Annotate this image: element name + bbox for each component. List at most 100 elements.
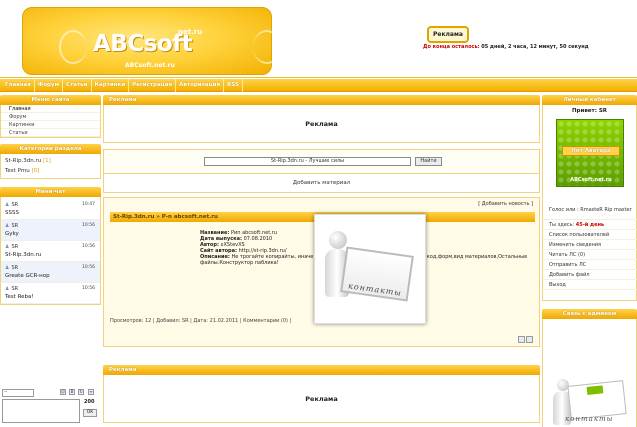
comment-icon[interactable] xyxy=(526,336,533,343)
nav-item-register[interactable]: Регистрация xyxy=(129,78,177,92)
nav-item-home[interactable]: Главная xyxy=(2,78,35,92)
profile-block: Личный кабинет Привет: SR Нет Аватара AB… xyxy=(542,95,637,301)
avatar[interactable]: Нет Аватара ABCsoft.net.ru xyxy=(556,119,624,187)
chat-message: ♟ SR 10:56 Greate GCR-нop xyxy=(1,262,100,283)
news-actions xyxy=(517,336,533,345)
top-ad-body[interactable]: Реклама xyxy=(103,105,540,143)
avatar-site: ABCsoft.net.ru xyxy=(570,177,612,183)
contact-admin-body[interactable]: контакты xyxy=(542,319,637,427)
category-name: St-Rip.3dn.ru xyxy=(5,158,42,164)
nav-item-forum[interactable]: Форум xyxy=(35,78,64,92)
chat-user[interactable]: ♟ SR xyxy=(5,286,18,292)
nav-item-rss[interactable]: RSS xyxy=(224,78,243,92)
chat-time: 10:56 xyxy=(82,265,95,270)
user-icon: ♟ xyxy=(5,286,10,292)
add-news-link[interactable]: [ Добавить новость ] xyxy=(478,201,533,207)
profile-link-logout[interactable]: Выход xyxy=(543,280,637,290)
chat-message-input[interactable] xyxy=(2,399,80,423)
categories-block: Категории раздела St-Rip.3dn.ru [1] Test… xyxy=(0,144,101,179)
chat-archive-icon[interactable]: ≡ xyxy=(88,389,94,395)
profile-link-edit[interactable]: Изменить сведения xyxy=(543,240,637,250)
chat-char-count: 200 xyxy=(84,399,95,405)
chat-time: 10:56 xyxy=(82,286,95,291)
chat-user[interactable]: ♟ SR xyxy=(5,202,18,208)
profile-title: Личный кабинет xyxy=(542,95,637,105)
profile-days: Ты здесь: 45-й день xyxy=(543,220,637,230)
profile-status: Голос или : RmasteR Rip master xyxy=(543,206,637,220)
site-header: net.ru ABCsoft ABCsoft.net.ru Реклама До… xyxy=(0,0,637,78)
chat-user-name: SR xyxy=(11,265,19,271)
add-material-link[interactable]: Добавить материал xyxy=(103,174,540,193)
site-menu-title: Меню сайта xyxy=(0,95,101,105)
profile-days-label: Ты здесь: xyxy=(549,222,575,228)
profile-link-read-pm[interactable]: Читать ЛС (0) xyxy=(543,250,637,260)
chat-time: 10:47 xyxy=(82,202,95,207)
menu-item-articles[interactable]: Статьи xyxy=(1,129,100,137)
chat-message: ♟ SR 10:56 St-Rip.3dn.ru xyxy=(1,241,100,262)
chat-user[interactable]: ♟ SR xyxy=(5,244,18,250)
site-logo[interactable]: net.ru ABCsoft ABCsoft.net.ru xyxy=(22,7,281,75)
chat-text: Test Reba! xyxy=(5,294,34,300)
menu-item-home[interactable]: Главная xyxy=(1,105,100,113)
categories-title: Категории раздела xyxy=(0,144,101,154)
contact-card-icon xyxy=(567,380,627,420)
top-ad-block: Реклама Реклама xyxy=(103,95,540,143)
profile-days-value: 45-й день xyxy=(575,222,605,228)
chat-time: 10:56 xyxy=(82,223,95,228)
news-field-value: 07.08.2010 xyxy=(243,236,273,242)
category-item[interactable]: St-Rip.3dn.ru [1] xyxy=(1,156,100,166)
header-ad-badge[interactable]: Реклама xyxy=(427,26,469,43)
profile-body: Привет: SR Нет Аватара ABCsoft.net.ru Го… xyxy=(542,105,637,301)
category-item[interactable]: Test Pmu [0] xyxy=(1,166,100,176)
bottom-ad-body[interactable]: Реклама xyxy=(103,375,540,423)
user-icon: ♟ xyxy=(5,223,10,229)
chat-message: ♟ SR 10:56 Gyky xyxy=(1,220,100,241)
countdown-label: До конца осталось: xyxy=(423,44,480,50)
profile-link-add-file[interactable]: Добавить файл xyxy=(543,270,637,280)
search-block: St-Rip.3dn.ru - Лучшие силы Найти xyxy=(103,149,540,174)
profile-links: Голос или : RmasteR Rip master Ты здесь:… xyxy=(543,206,637,290)
profile-link-send-pm[interactable]: Отправить ЛС xyxy=(543,260,637,270)
chat-user-name: SR xyxy=(11,286,19,292)
user-icon: ♟ xyxy=(5,202,10,208)
mini-chat-block: Мини-чат ♟ SR 10:47 SSSS ♟ SR 10:56 Gyky ♟… xyxy=(0,187,101,305)
figure-head-icon xyxy=(329,231,347,249)
chat-bbcode-icon[interactable]: B xyxy=(69,389,75,395)
contact-card-banner-icon xyxy=(586,385,604,395)
search-input[interactable]: St-Rip.3dn.ru - Лучшие силы xyxy=(204,157,411,166)
chat-user[interactable]: ♟ SR xyxy=(5,223,18,229)
logo-text: ABCsoft xyxy=(93,31,193,57)
chat-text: Greate GCR-нop xyxy=(5,273,50,279)
chat-smiley-select[interactable]: -- xyxy=(2,389,34,397)
user-icon: ♟ xyxy=(5,265,10,271)
top-ad-title: Реклама xyxy=(103,95,540,105)
chat-user-name: SR xyxy=(11,223,19,229)
category-name: Test Pmu xyxy=(5,168,30,174)
nav-item-login[interactable]: Авторизация xyxy=(176,78,225,92)
categories-list: St-Rip.3dn.ru [1] Test Pmu [0] xyxy=(0,154,101,179)
chat-smile-icon[interactable]: ☺ xyxy=(60,389,66,395)
contact-admin-block: Связь с админом контакты xyxy=(542,309,637,427)
menu-item-pictures[interactable]: Картинки xyxy=(1,121,100,129)
chat-time: 10:56 xyxy=(82,244,95,249)
chat-user[interactable]: ♟ SR xyxy=(5,265,18,271)
menu-item-forum[interactable]: Форум xyxy=(1,113,100,121)
page: net.ru ABCsoft ABCsoft.net.ru Реклама До… xyxy=(0,0,637,427)
site-menu-list: Главная Форум Картинки Статьи xyxy=(0,105,101,138)
chat-text: St-Rip.3dn.ru xyxy=(5,252,42,258)
mini-chat-title: Мини-чат xyxy=(0,187,101,197)
profile-link-users[interactable]: Список пользователей xyxy=(543,230,637,240)
category-count: [1] xyxy=(42,158,51,164)
search-button[interactable]: Найти xyxy=(415,157,442,166)
nav-item-articles[interactable]: Статьи xyxy=(63,78,92,92)
contacts-popup[interactable]: контакты xyxy=(314,214,426,324)
logo-wing-left-icon xyxy=(59,30,87,64)
print-icon[interactable] xyxy=(518,336,525,343)
chat-send-button[interactable]: OK xyxy=(83,409,97,417)
chat-refresh-icon[interactable]: ↻ xyxy=(78,389,84,395)
chat-message: ♟ SR 10:56 Test Reba! xyxy=(1,283,100,304)
countdown: До конца осталось: 05 дней, 2 часа, 12 м… xyxy=(423,44,589,50)
chat-user-name: SR xyxy=(11,244,19,250)
chat-text: Gyky xyxy=(5,231,19,237)
nav-item-pictures[interactable]: Картинки xyxy=(92,78,130,92)
